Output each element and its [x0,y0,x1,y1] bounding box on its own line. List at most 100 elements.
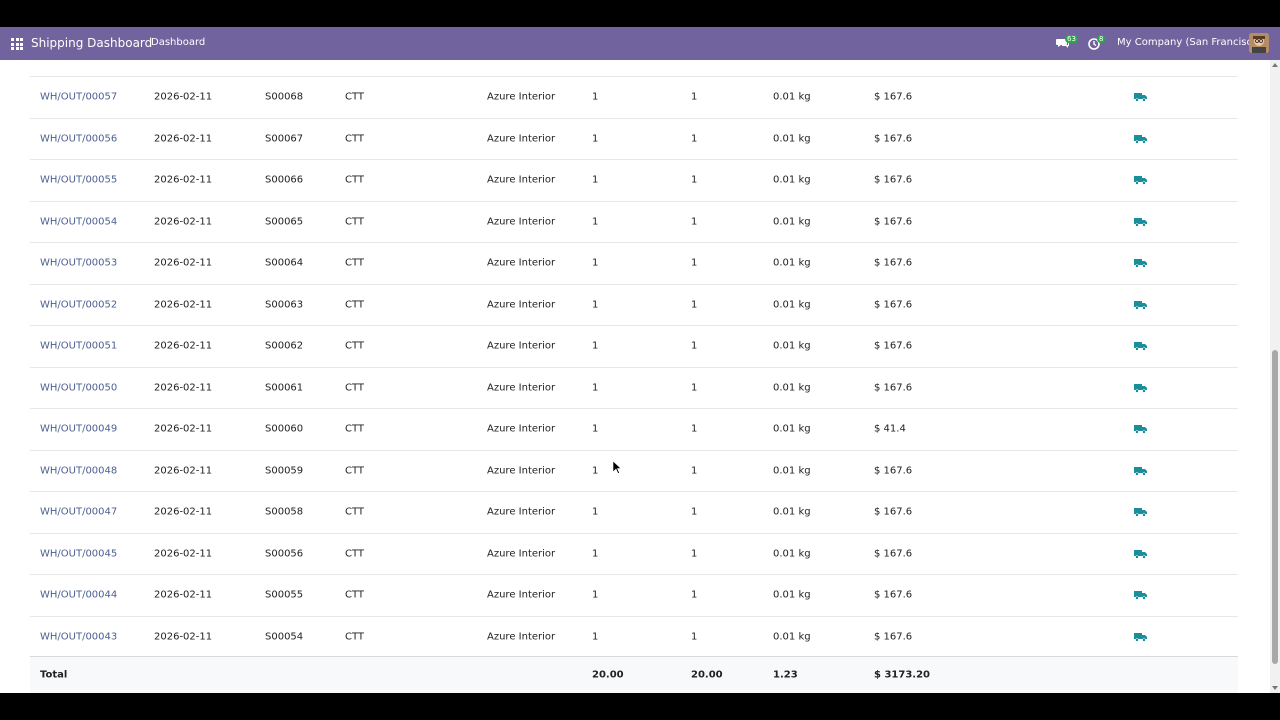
cell-ref[interactable]: WH/OUT/00045 [40,548,117,559]
cell-qty2: 1 [691,631,698,643]
table-row[interactable]: WH/OUT/00051 2026-02-11 S00062 CTT Azure Int… [30,326,1238,368]
cell-ref[interactable]: WH/OUT/00056 [40,133,117,144]
scroll-down-arrow-icon[interactable] [1272,686,1278,690]
user-avatar[interactable] [1249,33,1269,53]
table-row[interactable]: WH/OUT/00053 2026-02-11 S00064 CTT Azure Int… [30,243,1238,285]
cell-carrier: CTT [345,548,365,560]
cell-date: 2026-02-11 [154,174,213,186]
truck-icon[interactable] [1134,92,1147,102]
table-row[interactable]: WH/OUT/00045 2026-02-11 S00056 CTT Azure Int… [30,534,1238,575]
cell-ref[interactable]: WH/OUT/00057 [40,92,117,103]
cell-qty2: 1 [691,423,698,435]
cell-qty2: 1 [691,91,698,103]
cell-partner: Azure Interior [487,465,556,477]
cell-carrier: CTT [345,423,365,435]
cell-qty2: 1 [691,382,698,394]
truck-icon[interactable] [1134,175,1147,185]
cell-date: 2026-02-11 [154,382,213,394]
cell-carrier: CTT [345,91,365,103]
truck-icon[interactable] [1134,217,1147,227]
cell-ref[interactable]: WH/OUT/00055 [40,175,117,186]
truck-icon[interactable] [1134,341,1147,351]
app-title[interactable]: Shipping Dashboard [31,36,152,50]
apps-grid-icon[interactable] [11,38,23,50]
cell-price: $ 167.6 [874,133,913,145]
cell-ref[interactable]: WH/OUT/00048 [40,465,117,476]
truck-icon[interactable] [1134,300,1147,310]
table-row[interactable]: WH/OUT/00057 2026-02-11 S00068 CTT Azure Int… [30,77,1238,119]
cell-price: $ 41.4 [874,423,906,435]
table-row[interactable]: WH/OUT/00050 2026-02-11 S00061 CTT Azure Int… [30,368,1238,409]
cell-order: S00064 [265,257,304,269]
cell-ref[interactable]: WH/OUT/00053 [40,258,117,269]
cell-date: 2026-02-11 [154,299,213,311]
truck-icon[interactable] [1134,134,1147,144]
cell-qty2: 1 [691,299,698,311]
cell-qty2: 1 [691,340,698,352]
cell-ref[interactable]: WH/OUT/00044 [40,590,117,601]
cell-qty2: 1 [691,506,698,518]
cell-ref[interactable]: WH/OUT/00050 [40,382,117,393]
table-row[interactable]: WH/OUT/00056 2026-02-11 S00067 CTT Azure Int… [30,119,1238,160]
cell-qty2: 1 [691,548,698,560]
cell-ref[interactable]: WH/OUT/00049 [40,424,117,435]
cell-qty1: 1 [592,506,599,518]
table-row[interactable]: WH/OUT/00052 2026-02-11 S00063 CTT Azure Int… [30,285,1238,326]
table-row[interactable]: WH/OUT/00055 2026-02-11 S00066 CTT Azure Int… [30,160,1238,202]
truck-icon[interactable] [1134,549,1147,559]
cell-date: 2026-02-11 [154,423,213,435]
cell-ref[interactable]: WH/OUT/00054 [40,216,117,227]
cell-ref[interactable]: WH/OUT/00043 [40,631,117,642]
table-row[interactable]: WH/OUT/00054 2026-02-11 S00065 CTT Azure Int… [30,202,1238,243]
cell-weight: 0.01 kg [773,216,811,228]
cell-price: $ 167.6 [874,506,913,518]
cell-ref[interactable]: WH/OUT/00047 [40,507,117,518]
company-switcher[interactable]: My Company (San Francisco) [1117,37,1262,48]
cell-qty2: 1 [691,133,698,145]
table-row[interactable]: WH/OUT/00049 2026-02-11 S00060 CTT Azure Int… [30,409,1238,451]
mouse-cursor-icon [613,461,621,474]
cell-qty1: 1 [592,133,599,145]
scroll-thumb[interactable] [1272,350,1278,664]
vertical-scrollbar[interactable] [1270,60,1280,693]
truck-icon[interactable] [1134,258,1147,268]
table-row[interactable]: WH/OUT/00047 2026-02-11 S00058 CTT Azure Int… [30,492,1238,534]
truck-icon[interactable] [1134,632,1147,642]
cell-order: S00062 [265,340,304,352]
truck-icon[interactable] [1134,507,1147,517]
cell-qty2: 1 [691,465,698,477]
cell-order: S00066 [265,174,304,186]
table-row[interactable]: WH/OUT/00044 2026-02-11 S00055 CTT Azure Int… [30,575,1238,617]
cell-ref[interactable]: WH/OUT/00051 [40,341,117,352]
cell-qty1: 1 [592,299,599,311]
nav-item-dashboard[interactable]: Dashboard [151,37,205,48]
cell-date: 2026-02-11 [154,506,213,518]
table-row[interactable]: WH/OUT/00048 2026-02-11 S00059 CTT Azure Int… [30,451,1238,492]
cell-order: S00065 [265,216,304,228]
scroll-up-arrow-icon[interactable] [1272,63,1278,67]
cell-partner: Azure Interior [487,174,556,186]
cell-date: 2026-02-11 [154,589,213,601]
cell-price: $ 167.6 [874,589,913,601]
truck-icon[interactable] [1134,424,1147,434]
cell-ref[interactable]: WH/OUT/00052 [40,299,117,310]
cell-qty1: 1 [592,340,599,352]
cell-price: $ 167.6 [874,631,913,643]
cell-weight: 0.01 kg [773,465,811,477]
cell-order: S00059 [265,465,304,477]
truck-icon[interactable] [1134,383,1147,393]
activity-count-badge: 8 [1097,35,1106,43]
cell-carrier: CTT [345,382,365,394]
table-row-partial[interactable] [30,60,1238,77]
cell-carrier: CTT [345,589,365,601]
cell-carrier: CTT [345,216,365,228]
truck-icon[interactable] [1134,466,1147,476]
cell-weight: 0.01 kg [773,548,811,560]
truck-icon[interactable] [1134,590,1147,600]
top-navbar: Shipping Dashboard Dashboard 63 8 My Com… [0,27,1280,60]
cell-date: 2026-02-11 [154,91,213,103]
cell-order: S00056 [265,548,304,560]
cell-qty2: 1 [691,216,698,228]
table-row[interactable]: WH/OUT/00043 2026-02-11 S00054 CTT Azure Int… [30,617,1238,658]
cell-carrier: CTT [345,174,365,186]
